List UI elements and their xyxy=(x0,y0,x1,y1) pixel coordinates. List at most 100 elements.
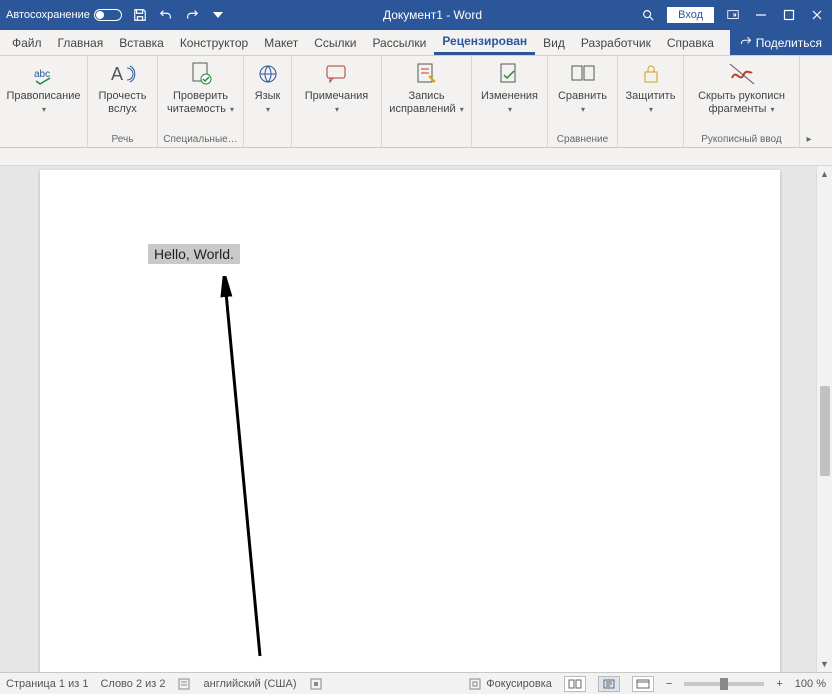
group-protect: Защитить▾ xyxy=(618,56,684,147)
compare-icon xyxy=(567,60,599,88)
status-word-count[interactable]: Слово 2 из 2 xyxy=(100,678,165,690)
zoom-out-button[interactable]: − xyxy=(666,678,672,690)
check-readability-button[interactable]: Проверить читаемость ▾ xyxy=(162,58,239,115)
group-ink-label: Рукописный ввод xyxy=(688,133,795,147)
lock-icon xyxy=(635,60,667,88)
group-changes: Изменения▾ xyxy=(472,56,548,147)
ink-icon xyxy=(726,60,758,88)
qat-customize-icon[interactable] xyxy=(210,7,226,23)
print-layout-button[interactable] xyxy=(598,676,620,692)
changes-button[interactable]: Изменения▾ xyxy=(476,58,543,115)
title-bar: Автосохранение Документ1 - Word Вход xyxy=(0,0,832,30)
track-changes-label: Запись исправлений xyxy=(389,90,455,115)
tab-home[interactable]: Главная xyxy=(50,30,112,55)
save-icon[interactable] xyxy=(132,7,148,23)
group-language: Язык▾ xyxy=(244,56,292,147)
group-compare: Сравнить▾ Сравнение xyxy=(548,56,618,147)
vertical-scrollbar[interactable]: ▲ ▼ xyxy=(816,166,832,672)
focus-icon xyxy=(468,677,482,691)
svg-text:abc: abc xyxy=(34,69,50,80)
ribbon-collapse-icon[interactable]: ▸ xyxy=(800,56,818,147)
maximize-button[interactable] xyxy=(780,6,798,24)
protect-label: Защитить xyxy=(626,90,676,102)
zoom-in-button[interactable]: + xyxy=(776,678,782,690)
check-readability-label: Проверить читаемость xyxy=(167,90,228,115)
focus-mode-button[interactable]: Фокусировка xyxy=(468,677,552,691)
changes-icon xyxy=(494,60,526,88)
compare-label: Сравнить xyxy=(558,90,607,102)
scroll-down-icon[interactable]: ▼ xyxy=(817,656,832,672)
document-workspace: Hello, World. ▲ ▼ xyxy=(0,166,832,672)
svg-text:A: A xyxy=(111,64,123,84)
group-compare-label: Сравнение xyxy=(552,133,613,147)
spelling-button[interactable]: abc Правописание▾ xyxy=(4,58,83,115)
protect-button[interactable]: Защитить▾ xyxy=(622,58,679,115)
tab-file[interactable]: Файл xyxy=(4,30,50,55)
minimize-button[interactable] xyxy=(752,6,770,24)
hide-ink-button[interactable]: Скрыть рукописн фрагменты ▾ xyxy=(688,58,795,115)
focus-label: Фокусировка xyxy=(486,678,552,690)
read-aloud-icon: A xyxy=(107,60,139,88)
share-icon xyxy=(740,35,752,50)
tab-layout[interactable]: Макет xyxy=(256,30,306,55)
tab-references[interactable]: Ссылки xyxy=(306,30,364,55)
scroll-thumb[interactable] xyxy=(820,386,830,476)
track-changes-icon xyxy=(411,60,443,88)
read-mode-button[interactable] xyxy=(564,676,586,692)
status-bar: Страница 1 из 1 Слово 2 из 2 английский … xyxy=(0,672,832,694)
status-page[interactable]: Страница 1 из 1 xyxy=(6,678,88,690)
group-tracking: Запись исправлений ▾ xyxy=(382,56,472,147)
tab-review[interactable]: Рецензирован xyxy=(434,30,535,55)
selected-text[interactable]: Hello, World. xyxy=(148,244,240,264)
group-accessibility: Проверить читаемость ▾ Специальные… xyxy=(158,56,244,147)
group-speech-label: Речь xyxy=(92,133,153,147)
read-aloud-label: Прочесть вслух xyxy=(94,90,151,115)
tab-insert[interactable]: Вставка xyxy=(111,30,172,55)
zoom-slider[interactable] xyxy=(684,682,764,686)
track-changes-button[interactable]: Запись исправлений ▾ xyxy=(386,58,467,115)
search-icon[interactable] xyxy=(639,6,657,24)
macro-status-icon[interactable] xyxy=(309,677,323,691)
document-page[interactable]: Hello, World. xyxy=(40,170,780,672)
autosave-toggle[interactable] xyxy=(94,9,122,21)
read-aloud-button[interactable]: A Прочесть вслух xyxy=(92,58,153,115)
horizontal-ruler[interactable] xyxy=(0,148,832,166)
language-label: Язык xyxy=(255,90,281,102)
share-button[interactable]: Поделиться xyxy=(730,30,832,55)
scroll-up-icon[interactable]: ▲ xyxy=(817,166,832,182)
ribbon-display-options-icon[interactable] xyxy=(724,6,742,24)
zoom-level[interactable]: 100 % xyxy=(795,678,826,690)
login-button[interactable]: Вход xyxy=(667,7,714,23)
group-ink: Скрыть рукописн фрагменты ▾ Рукописный в… xyxy=(684,56,800,147)
close-button[interactable] xyxy=(808,6,826,24)
status-language[interactable]: английский (США) xyxy=(204,678,297,690)
group-comments: Примечания▾ xyxy=(292,56,382,147)
language-button[interactable]: Язык▾ xyxy=(248,58,287,115)
share-label: Поделиться xyxy=(756,36,822,50)
undo-icon[interactable] xyxy=(158,7,174,23)
spelling-icon: abc xyxy=(28,60,60,88)
ribbon-tabs: Файл Главная Вставка Конструктор Макет С… xyxy=(0,30,832,56)
group-speech: A Прочесть вслух Речь xyxy=(88,56,158,147)
comment-icon xyxy=(321,60,353,88)
tab-help[interactable]: Справка xyxy=(659,30,722,55)
group-accessibility-label: Специальные… xyxy=(162,133,239,147)
group-proofing: abc Правописание▾ xyxy=(0,56,88,147)
autosave-label: Автосохранение xyxy=(6,9,90,21)
spelling-label: Правописание xyxy=(6,90,80,102)
redo-icon[interactable] xyxy=(184,7,200,23)
tab-design[interactable]: Конструктор xyxy=(172,30,256,55)
changes-label: Изменения xyxy=(481,90,538,102)
arrow-shape[interactable] xyxy=(190,276,270,666)
compare-button[interactable]: Сравнить▾ xyxy=(552,58,613,115)
spell-status-icon[interactable] xyxy=(178,677,192,691)
web-layout-button[interactable] xyxy=(632,676,654,692)
tab-mailings[interactable]: Рассылки xyxy=(364,30,434,55)
comments-label: Примечания xyxy=(305,90,369,102)
language-icon xyxy=(252,60,284,88)
tab-developer[interactable]: Разработчик xyxy=(573,30,659,55)
document-title: Документ1 - Word xyxy=(226,8,639,22)
ribbon: abc Правописание▾ A Прочесть вслух Речь … xyxy=(0,56,832,148)
tab-view[interactable]: Вид xyxy=(535,30,573,55)
comments-button[interactable]: Примечания▾ xyxy=(296,58,377,115)
